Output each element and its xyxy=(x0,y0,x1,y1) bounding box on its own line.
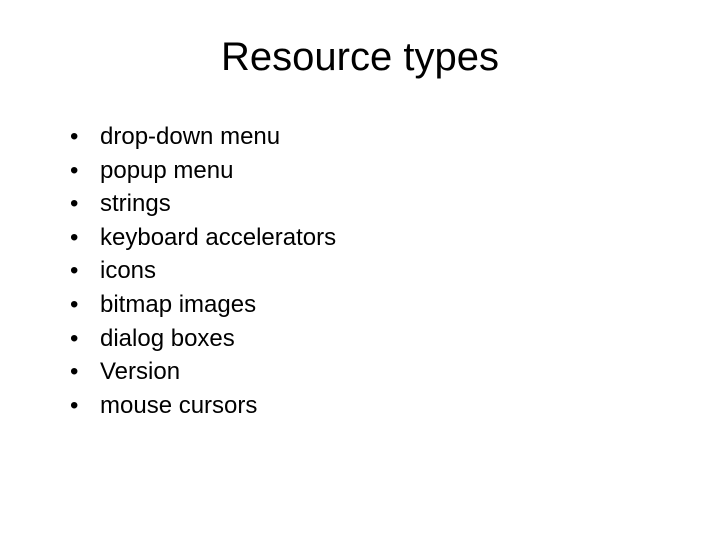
bullet-text: mouse cursors xyxy=(100,389,670,423)
list-item: • keyboard accelerators xyxy=(70,221,670,255)
list-item: • popup menu xyxy=(70,154,670,188)
list-item: • dialog boxes xyxy=(70,322,670,356)
bullet-icon: • xyxy=(70,254,100,288)
bullet-icon: • xyxy=(70,288,100,322)
bullet-text: bitmap images xyxy=(100,288,670,322)
list-item: • bitmap images xyxy=(70,288,670,322)
bullet-text: Version xyxy=(100,355,670,389)
slide-title: Resource types xyxy=(50,35,670,80)
list-item: • strings xyxy=(70,187,670,221)
bullet-list: • drop-down menu • popup menu • strings … xyxy=(50,120,670,422)
bullet-text: icons xyxy=(100,254,670,288)
bullet-icon: • xyxy=(70,322,100,356)
bullet-text: strings xyxy=(100,187,670,221)
bullet-text: dialog boxes xyxy=(100,322,670,356)
bullet-icon: • xyxy=(70,221,100,255)
bullet-icon: • xyxy=(70,120,100,154)
list-item: • Version xyxy=(70,355,670,389)
bullet-icon: • xyxy=(70,154,100,188)
bullet-text: keyboard accelerators xyxy=(100,221,670,255)
list-item: • drop-down menu xyxy=(70,120,670,154)
bullet-icon: • xyxy=(70,355,100,389)
list-item: • mouse cursors xyxy=(70,389,670,423)
bullet-text: popup menu xyxy=(100,154,670,188)
bullet-text: drop-down menu xyxy=(100,120,670,154)
slide-container: Resource types • drop-down menu • popup … xyxy=(0,0,720,540)
bullet-icon: • xyxy=(70,389,100,423)
list-item: • icons xyxy=(70,254,670,288)
bullet-icon: • xyxy=(70,187,100,221)
